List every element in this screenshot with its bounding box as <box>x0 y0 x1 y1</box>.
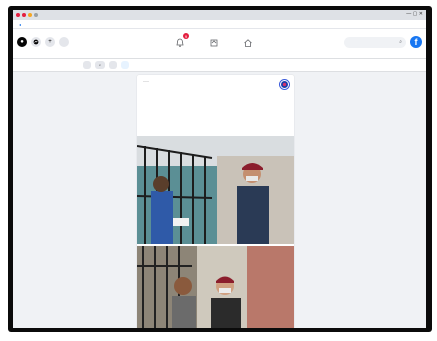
tab-icons <box>16 13 38 17</box>
photo-2-image <box>137 246 294 328</box>
like-page-button[interactable] <box>121 61 130 69</box>
home-icon-svg <box>244 39 252 47</box>
grid-icon[interactable]: + <box>45 37 55 47</box>
post-photo-1[interactable] <box>137 136 294 244</box>
more-options-icon[interactable]: ··· <box>143 79 149 85</box>
post-photo-2[interactable] <box>137 246 294 328</box>
address-bar[interactable]: ◂ <box>13 20 426 29</box>
notification-badge: 9 <box>183 33 189 39</box>
facebook-logo[interactable]: f <box>410 36 422 48</box>
post-card: ··· <box>137 75 294 328</box>
search-input[interactable]: ⌕ <box>344 36 406 48</box>
messenger-icon-svg <box>33 39 39 45</box>
post-header: ··· <box>137 75 294 95</box>
search-icon: ⌕ <box>399 39 402 45</box>
group-pill[interactable] <box>59 37 69 47</box>
photo-1-image <box>137 136 294 244</box>
page-header-bar: ⌕ <box>13 59 426 72</box>
marketplace-icon[interactable] <box>207 35 221 51</box>
facebook-top-nav: ● + 9 ⌕ f <box>13 29 426 59</box>
browser-tab-bar: — ▢ ✕ <box>13 10 426 20</box>
nav-left: ● + <box>17 37 69 47</box>
back-arrow-icon[interactable]: ◂ <box>19 22 21 27</box>
close-tab-icon[interactable] <box>16 13 20 17</box>
home-icon[interactable] <box>241 35 255 51</box>
window-controls[interactable]: — ▢ ✕ <box>406 11 423 17</box>
post-text <box>137 95 294 97</box>
nav-right: ⌕ f <box>344 36 422 48</box>
messenger-icon[interactable] <box>31 37 41 47</box>
message-button[interactable] <box>109 61 118 69</box>
screen: — ▢ ✕ ◂ ● + 9 ⌕ f ⌕ ··· <box>13 10 426 328</box>
tab-favicon-icon <box>28 13 32 17</box>
tab-favicon-icon <box>22 13 26 17</box>
nav-center: 9 <box>173 33 255 51</box>
page-actions: ⌕ <box>83 61 130 69</box>
photo-frame: — ▢ ✕ ◂ ● + 9 ⌕ f ⌕ ··· <box>0 0 437 341</box>
page-logo-icon <box>281 81 288 88</box>
account-icon[interactable]: ● <box>17 37 27 47</box>
bell-icon-svg <box>176 38 184 47</box>
page-avatar[interactable] <box>279 79 290 90</box>
search-page-button[interactable]: ⌕ <box>95 61 106 69</box>
more-options-button[interactable] <box>83 61 91 69</box>
new-tab-icon[interactable] <box>34 13 38 17</box>
bell-icon[interactable]: 9 <box>173 33 189 51</box>
marketplace-icon-svg <box>210 39 218 47</box>
